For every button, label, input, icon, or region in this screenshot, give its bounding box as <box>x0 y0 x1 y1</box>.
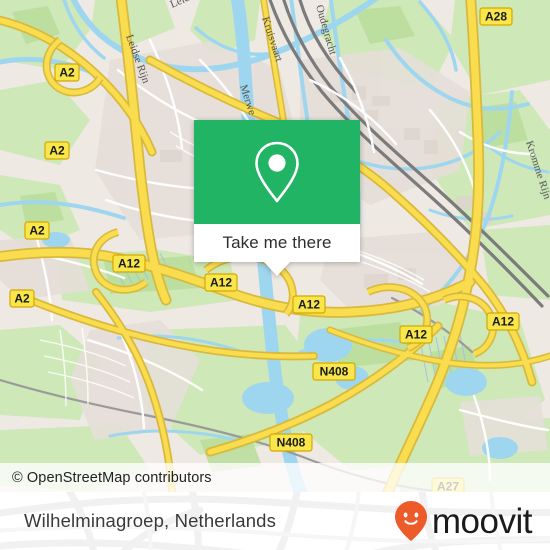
footer-bar: Wilhelminagroep, Netherlands moovit <box>0 492 550 550</box>
moovit-smiley-pin-icon <box>394 501 427 541</box>
highway-shield-label: A28 <box>485 10 507 24</box>
take-me-there-button[interactable]: Take me there <box>194 224 360 262</box>
location-popup-card[interactable]: Take me there <box>194 120 360 276</box>
highway-shield: A2 <box>24 221 50 240</box>
highway-shield-label: A12 <box>405 328 427 342</box>
highway-shield: A12 <box>486 312 520 331</box>
highway-shield: N408 <box>269 433 313 452</box>
highway-shield-label: N408 <box>277 436 306 450</box>
highway-shield-label: A12 <box>298 298 320 312</box>
highway-shield: A28 <box>479 7 513 26</box>
highway-shield-label: A12 <box>118 257 140 271</box>
highway-shield-label: A2 <box>14 292 30 306</box>
map-canvas[interactable]: Leidse RijnLeidse RijnKruisvaartOudegrac… <box>0 0 550 492</box>
highway-shield: A12 <box>204 273 238 292</box>
popup-pointer-triangle <box>264 262 290 276</box>
osm-attribution-text: © OpenStreetMap contributors <box>12 469 212 486</box>
highway-shield-label: A12 <box>492 315 514 329</box>
highway-shield: A12 <box>292 295 326 314</box>
map-attribution-bar: © OpenStreetMap contributors <box>0 463 550 492</box>
moovit-wordmark: moovit <box>431 501 533 541</box>
place-title: Wilhelminagroep, Netherlands <box>24 510 277 531</box>
highway-shield-label: N408 <box>320 365 349 379</box>
highway-shield: A2 <box>54 63 80 82</box>
highway-shield: A2 <box>44 141 70 160</box>
highway-shield: A2 <box>9 289 35 308</box>
highway-shield: A12 <box>112 254 146 273</box>
highway-shield: N408 <box>312 362 356 381</box>
highway-shield-label: A2 <box>49 144 65 158</box>
moovit-logo[interactable]: moovit <box>394 500 533 542</box>
highway-shield: A12 <box>399 325 433 344</box>
highway-shield-label: A2 <box>29 224 45 238</box>
moovit-location-card: Leidse RijnLeidse RijnKruisvaartOudegrac… <box>0 0 550 550</box>
location-pin-icon <box>255 141 299 203</box>
highway-shield-label: A12 <box>210 276 232 290</box>
popup-card-image-area <box>194 120 360 224</box>
highway-shield-label: A2 <box>59 66 75 80</box>
take-me-there-label: Take me there <box>222 233 332 252</box>
